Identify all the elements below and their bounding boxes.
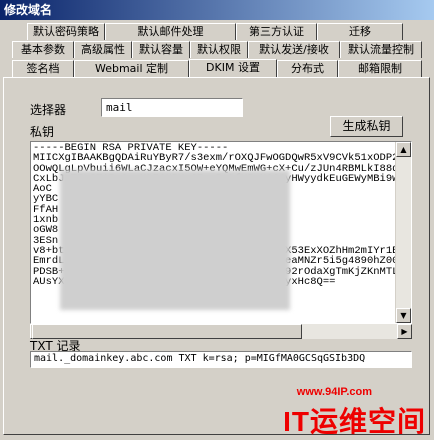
tab-default-send-receive[interactable]: 默认发送/接收 bbox=[248, 41, 340, 58]
tab-webmail-customize[interactable]: Webmail 定制 bbox=[74, 60, 189, 77]
tab-default-traffic-control[interactable]: 默认流量控制 bbox=[340, 41, 422, 58]
tab-default-mail-handling[interactable]: 默认邮件处理 bbox=[105, 23, 236, 40]
watermark-brand: IT运维空间 bbox=[283, 406, 426, 437]
tab-default-password-policy[interactable]: 默认密码策略 bbox=[27, 23, 105, 40]
tab-row-1: 默认密码策略 默认邮件处理 第三方认证 迁移 bbox=[0, 23, 434, 41]
private-key-label: 私钥 bbox=[30, 125, 55, 139]
generate-private-key-button[interactable]: 生成私钥 bbox=[330, 116, 403, 137]
tab-default-permissions[interactable]: 默认权限 bbox=[190, 41, 248, 58]
tab-distributed[interactable]: 分布式 bbox=[277, 60, 338, 77]
horizontal-scrollbar[interactable]: ◀ ▶ bbox=[30, 324, 412, 339]
tab-default-capacity[interactable]: 默认容量 bbox=[132, 41, 190, 58]
tab-basic-params[interactable]: 基本参数 bbox=[12, 41, 74, 58]
selector-label: 选择器 bbox=[30, 103, 67, 117]
tab-third-party-auth[interactable]: 第三方认证 bbox=[236, 23, 317, 40]
scroll-up-arrow-icon[interactable]: ▲ bbox=[396, 142, 411, 157]
redaction-blur bbox=[60, 170, 290, 310]
tab-row-3: 签名档 Webmail 定制 DKIM 设置 分布式 邮箱限制 bbox=[0, 59, 434, 78]
vertical-scrollbar[interactable]: ▲ ▼ bbox=[395, 142, 411, 323]
tab-migration[interactable]: 迁移 bbox=[317, 23, 403, 40]
watermark-url: www.94IP.com bbox=[296, 386, 372, 398]
window-title: 修改域名 bbox=[0, 0, 434, 20]
scroll-down-arrow-icon[interactable]: ▼ bbox=[396, 308, 411, 323]
scroll-right-arrow-icon[interactable]: ▶ bbox=[397, 324, 412, 339]
tab-signature[interactable]: 签名档 bbox=[12, 60, 74, 77]
tab-dkim-settings[interactable]: DKIM 设置 bbox=[189, 59, 277, 78]
selector-input[interactable]: mail bbox=[101, 98, 243, 117]
tab-mailbox-limits[interactable]: 邮箱限制 bbox=[338, 60, 422, 77]
tab-row-2: 基本参数 高级属性 默认容量 默认权限 默认发送/接收 默认流量控制 bbox=[0, 41, 434, 59]
tab-advanced-props[interactable]: 高级属性 bbox=[74, 41, 132, 58]
txt-record-field[interactable]: mail._domainkey.abc.com TXT k=rsa; p=MIG… bbox=[30, 351, 412, 368]
